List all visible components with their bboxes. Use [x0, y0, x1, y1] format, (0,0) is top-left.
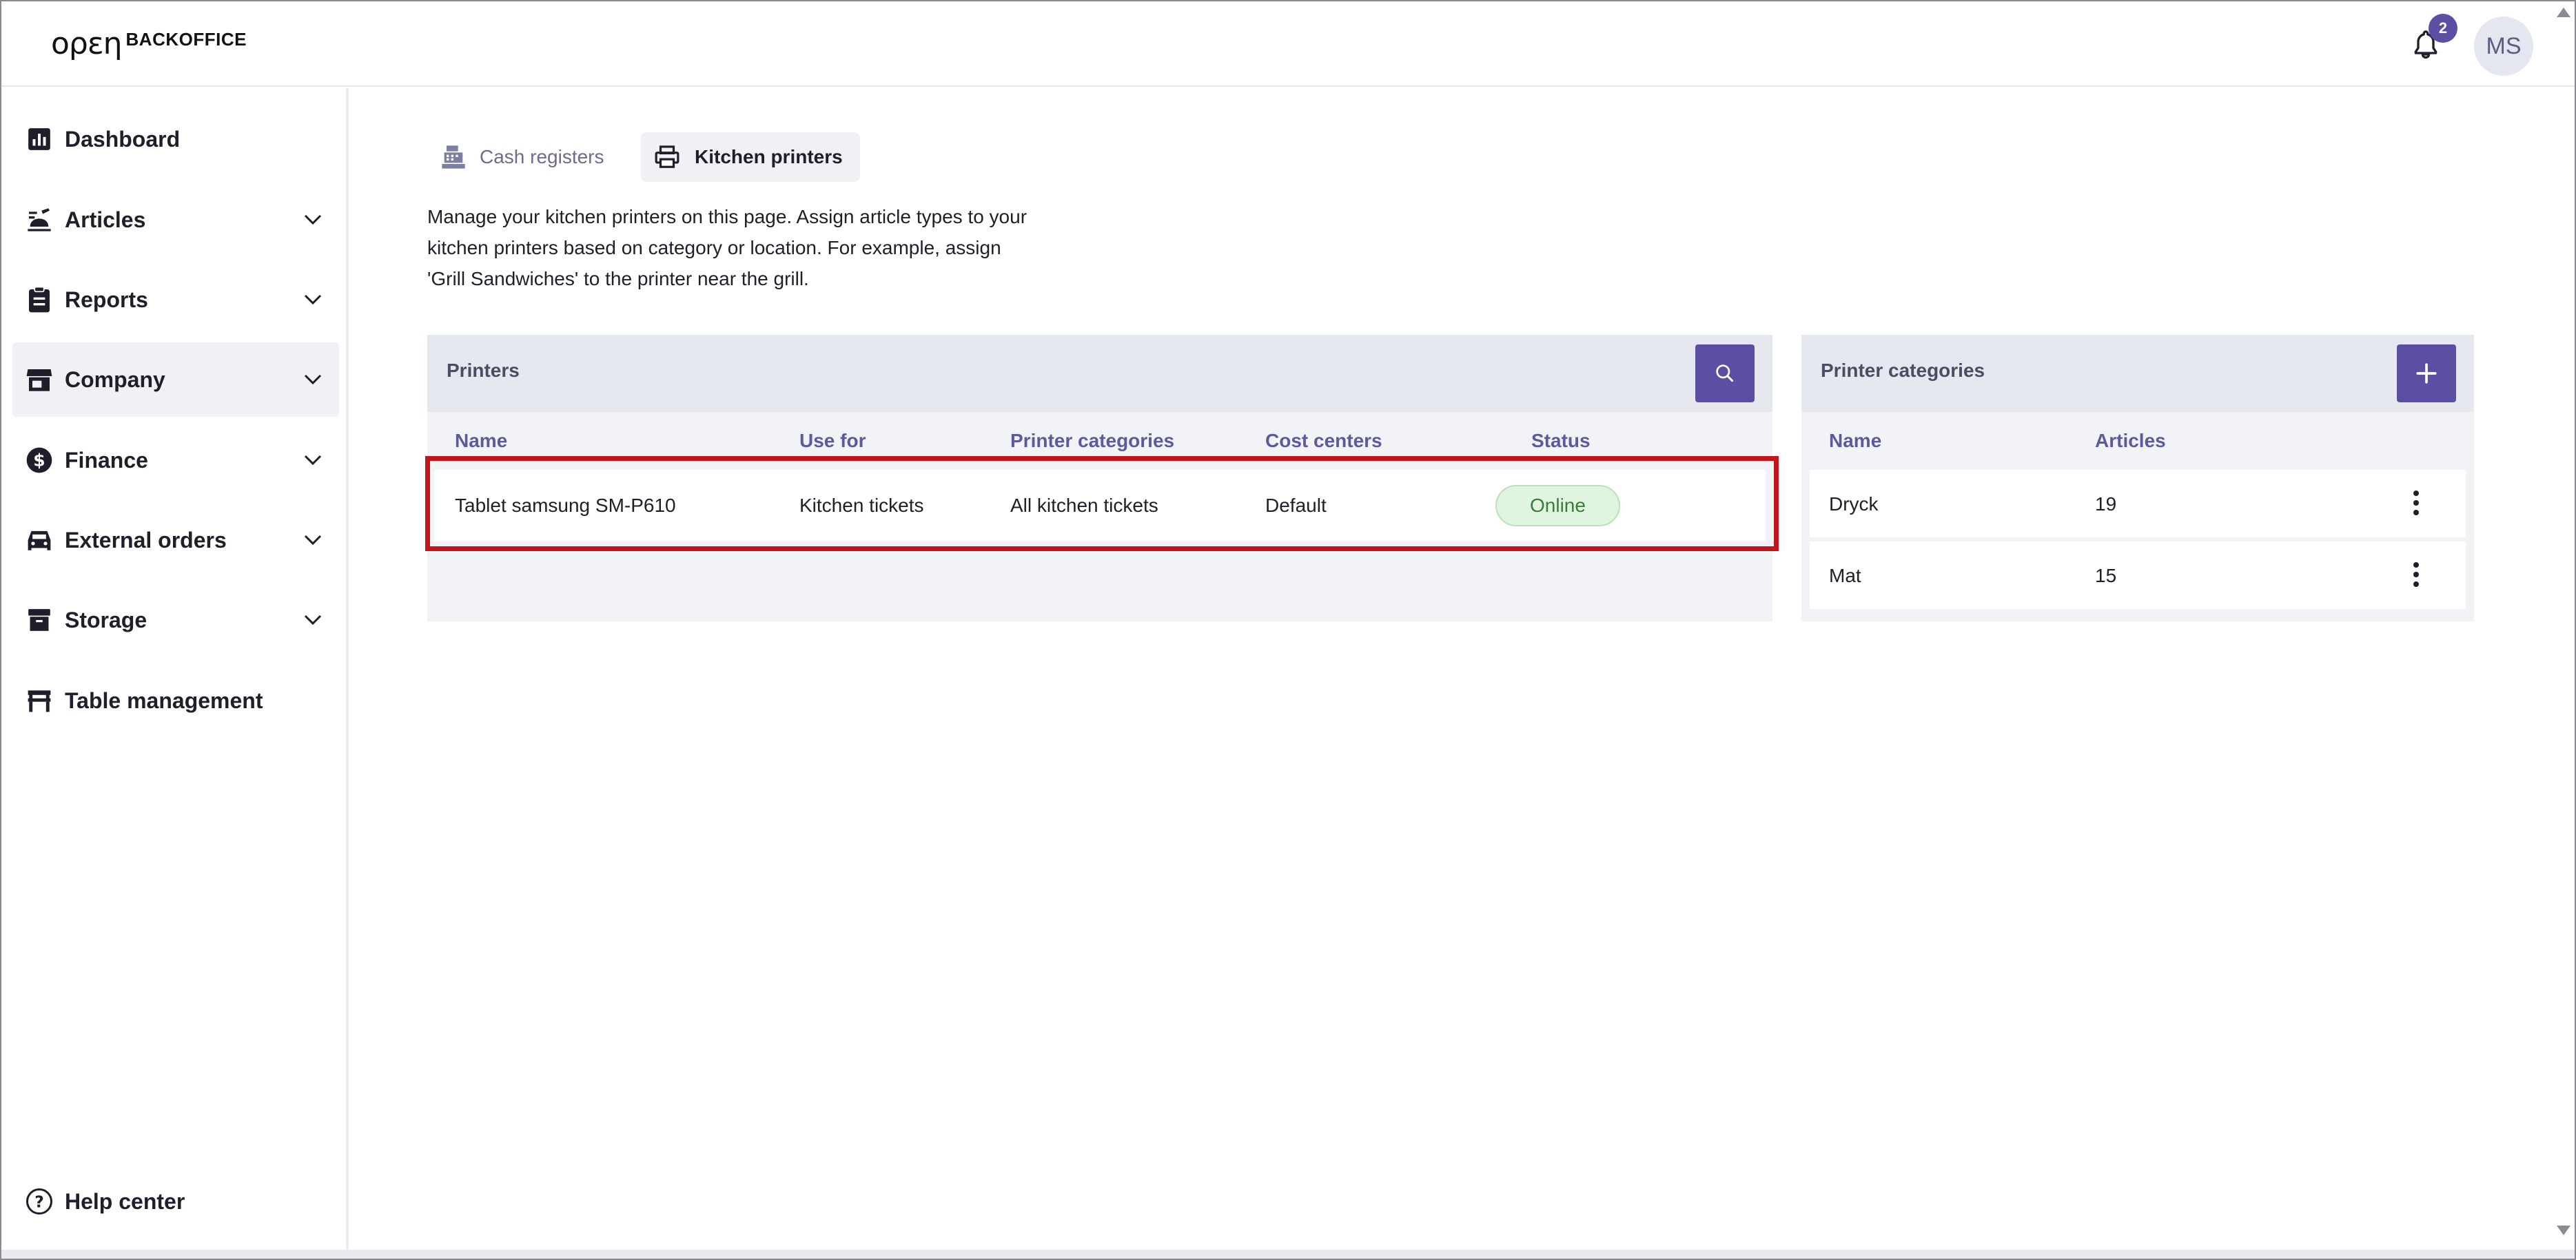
sidebar-item-help-center[interactable]: ? Help center — [12, 1164, 339, 1239]
logo-mark: oρεη — [51, 26, 123, 61]
status-badge: Online — [1495, 485, 1620, 526]
chevron-down-icon — [302, 209, 324, 231]
clipboard-icon — [25, 285, 54, 314]
tab-label: Kitchen printers — [695, 146, 843, 167]
description-line: kitchen printers based on category or lo… — [427, 237, 1001, 258]
user-avatar[interactable]: MS — [2474, 17, 2533, 76]
table-row[interactable]: Tablet samsung SM-P610 Kitchen tickets A… — [434, 470, 1766, 541]
food-icon — [25, 205, 54, 234]
scroll-down-arrow-icon[interactable] — [2555, 1223, 2572, 1240]
app-logo[interactable]: oρεη BACKOFFICE — [51, 25, 247, 66]
horizontal-scrollbar[interactable] — [1, 1250, 2575, 1259]
description-line: 'Grill Sandwiches' to the printer near t… — [427, 268, 809, 289]
dollar-icon: $ — [25, 446, 54, 475]
table-row[interactable]: Mat 15 — [1810, 541, 2466, 609]
sidebar-item-company[interactable]: Company — [12, 342, 339, 417]
more-options-icon[interactable] — [2402, 554, 2430, 595]
scroll-up-arrow-icon[interactable] — [2555, 6, 2572, 22]
bar-chart-icon — [25, 125, 54, 154]
plus-icon — [2416, 363, 2437, 384]
col-header-status[interactable]: Status — [1531, 430, 1591, 452]
col-header-use-for[interactable]: Use for — [799, 430, 866, 452]
sidebar-item-label: Articles — [65, 207, 146, 232]
chevron-down-icon — [302, 289, 324, 311]
tab-label: Cash registers — [480, 146, 604, 167]
category-articles: 15 — [2095, 565, 2117, 586]
sidebar-item-label: External orders — [65, 527, 227, 552]
col-header-printer-categories[interactable]: Printer categories — [1010, 430, 1174, 452]
printer-name: Tablet samsung SM-P610 — [455, 495, 676, 516]
search-icon — [1716, 364, 1734, 382]
printer-categories-title: Printer categories — [1821, 360, 1985, 381]
col-header-name[interactable]: Name — [1829, 430, 1881, 452]
col-header-name[interactable]: Name — [455, 430, 507, 452]
sidebar-item-storage[interactable]: Storage — [12, 583, 339, 657]
col-header-cost-centers[interactable]: Cost centers — [1265, 430, 1382, 452]
category-name: Dryck — [1829, 493, 1879, 515]
sidebar-item-label: Table management — [65, 688, 263, 713]
archive-icon — [25, 606, 54, 634]
printers-title: Printers — [447, 360, 520, 381]
sidebar-item-reports[interactable]: Reports — [12, 262, 339, 337]
notification-count-badge: 2 — [2429, 14, 2457, 43]
chevron-down-icon — [302, 529, 324, 551]
store-icon — [25, 365, 54, 394]
svg-text:?: ? — [34, 1192, 44, 1211]
sidebar-item-label: Storage — [65, 607, 147, 632]
printers-panel: Printers Name Use for Printer categories… — [427, 335, 1772, 621]
chevron-down-icon — [302, 369, 324, 391]
category-articles: 19 — [2095, 493, 2117, 515]
car-icon — [25, 526, 54, 555]
tab-cash-registers[interactable]: Cash registers — [427, 132, 620, 182]
description-line: Manage your kitchen printers on this pag… — [427, 206, 1028, 227]
printer-use-for: Kitchen tickets — [799, 495, 924, 516]
svg-text:$: $ — [33, 450, 45, 470]
top-header: oρεη BACKOFFICE — [1, 1, 2575, 87]
category-name: Mat — [1829, 565, 1861, 586]
sidebar-item-table-management[interactable]: Table management — [12, 663, 339, 738]
printer-categories-panel: Printer categories Name Articles Dryck 1… — [1801, 335, 2474, 621]
cash-register-icon — [440, 143, 467, 171]
more-options-icon[interactable] — [2402, 482, 2430, 524]
printer-categories-panel-header: Printer categories — [1801, 335, 2474, 412]
table-icon — [25, 686, 54, 715]
add-category-button[interactable] — [2397, 344, 2456, 402]
printers-panel-header: Printers — [427, 335, 1772, 412]
help-circle-icon: ? — [25, 1187, 54, 1216]
page-description: Manage your kitchen printers on this pag… — [427, 201, 1047, 294]
search-button[interactable] — [1695, 344, 1755, 402]
chevron-down-icon — [302, 609, 324, 631]
app-window — [0, 0, 2576, 1260]
sidebar-item-articles[interactable]: Articles — [12, 183, 339, 257]
sidebar-item-label: Finance — [65, 447, 148, 473]
sidebar-item-label: Company — [65, 366, 165, 392]
printer-categories: All kitchen tickets — [1010, 495, 1158, 516]
tab-kitchen-printers[interactable]: Kitchen printers — [641, 132, 860, 182]
sidebar-item-external-orders[interactable]: External orders — [12, 503, 339, 577]
sidebar-item-dashboard[interactable]: Dashboard — [12, 102, 339, 176]
table-row[interactable]: Dryck 19 — [1810, 470, 2466, 537]
logo-text: BACKOFFICE — [125, 29, 247, 50]
printer-cost-center: Default — [1265, 495, 1327, 516]
col-header-articles[interactable]: Articles — [2095, 430, 2166, 452]
sidebar-item-finance[interactable]: $ Finance — [12, 423, 339, 497]
help-center-label: Help center — [65, 1188, 185, 1214]
sidebar-item-label: Reports — [65, 287, 148, 312]
printer-icon — [653, 143, 681, 171]
sidebar-item-label: Dashboard — [65, 126, 181, 152]
chevron-down-icon — [302, 449, 324, 471]
